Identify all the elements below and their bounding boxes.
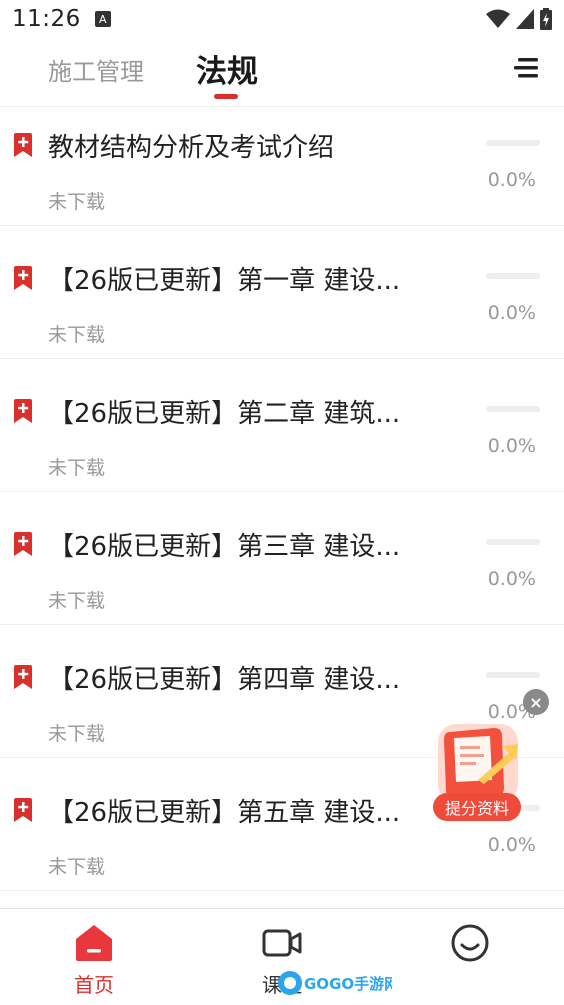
download-status: 未下载	[48, 324, 106, 346]
list-item-title: 【26版已更新】第二章 建筑...	[48, 399, 401, 429]
nav-home-label: 首页	[74, 973, 114, 997]
progress-bar	[486, 672, 540, 678]
progress-percent: 0.0%	[487, 169, 536, 191]
nav-profile[interactable]	[376, 909, 564, 1005]
progress-percent: 0.0%	[487, 834, 536, 856]
list-item[interactable]: 【26版已更新】第三章 建设... 未下载 0.0%	[0, 492, 564, 625]
bookmark-icon	[14, 133, 32, 157]
list-item-title: 【26版已更新】第一章 建设...	[48, 266, 401, 296]
bookmark-icon	[14, 266, 32, 290]
notification-icon: A	[94, 11, 111, 27]
progress-percent: 0.0%	[487, 568, 536, 590]
list-item-title: 【26版已更新】第四章 建设...	[48, 665, 401, 695]
list-item-title: 【26版已更新】第五章 建设...	[48, 798, 401, 828]
tab-regulations[interactable]: 法规	[196, 46, 258, 91]
tab-construction-management[interactable]: 施工管理	[48, 52, 144, 87]
list-item[interactable]: 【26版已更新】第二章 建筑... 未下载 0.0%	[0, 359, 564, 492]
download-status: 未下载	[48, 723, 106, 745]
menu-icon[interactable]	[514, 56, 540, 80]
progress-bar	[486, 539, 540, 545]
promo-close-button[interactable]: ×	[523, 689, 549, 715]
top-tab-bar: 施工管理 法规	[0, 38, 564, 107]
progress-bar	[486, 406, 540, 412]
battery-icon	[540, 8, 552, 30]
status-time: 11:26	[12, 6, 81, 32]
active-tab-indicator	[214, 94, 238, 99]
watermark-logo: GOGO手游网	[278, 971, 392, 995]
signal-icon	[516, 9, 534, 29]
list-item[interactable]: 【26版已更新】第一章 建设... 未下载 0.0%	[0, 226, 564, 359]
progress-percent: 0.0%	[487, 302, 536, 324]
video-icon	[262, 929, 302, 957]
wifi-icon	[486, 9, 510, 28]
nav-home[interactable]: 首页	[0, 909, 188, 1005]
list-item[interactable]: 教材结构分析及考试介绍 未下载 0.0%	[0, 107, 564, 226]
progress-percent: 0.0%	[487, 435, 536, 457]
download-status: 未下载	[48, 457, 106, 479]
progress-bar	[486, 273, 540, 279]
promo-label[interactable]: 提分资料	[433, 793, 521, 821]
list-item-title: 教材结构分析及考试介绍	[48, 133, 335, 163]
bookmark-icon	[14, 665, 32, 689]
smile-icon	[451, 924, 489, 962]
bookmark-icon	[14, 798, 32, 822]
download-status: 未下载	[48, 856, 106, 878]
home-icon	[76, 925, 112, 961]
bookmark-icon	[14, 532, 32, 556]
download-status: 未下载	[48, 590, 106, 612]
status-bar: 11:26 A	[0, 0, 564, 38]
bookmark-icon	[14, 399, 32, 423]
list-item-title: 【26版已更新】第三章 建设...	[48, 532, 401, 562]
download-status: 未下载	[48, 191, 106, 213]
watermark-text: GOGO手游网	[304, 975, 392, 993]
progress-bar	[486, 140, 540, 146]
